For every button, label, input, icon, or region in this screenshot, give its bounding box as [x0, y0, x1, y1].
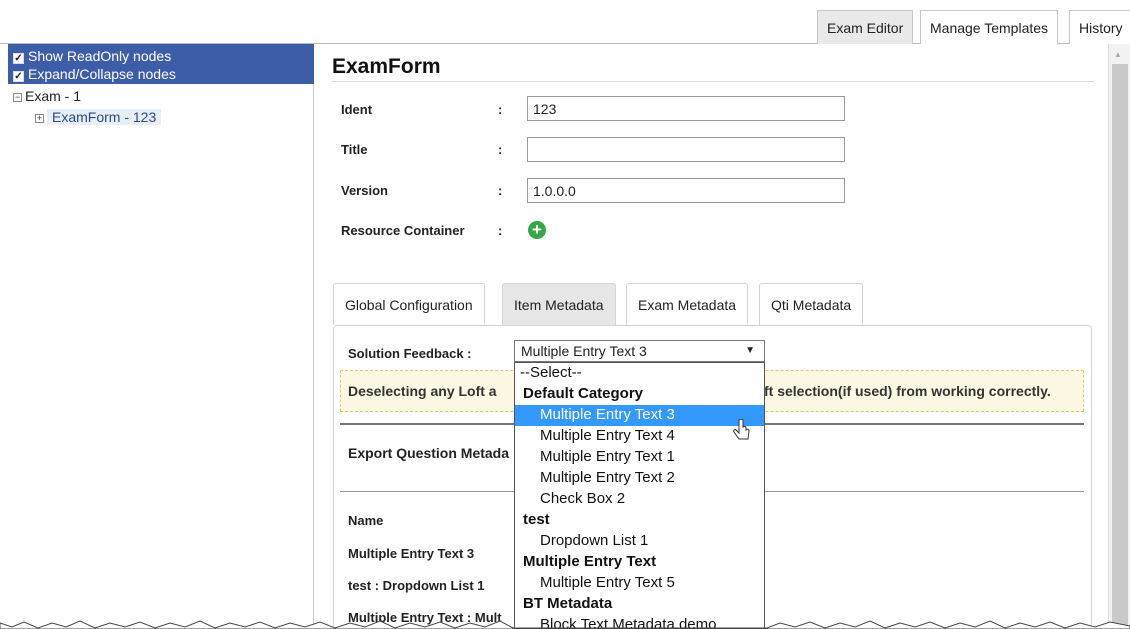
dropdown-group-header: test	[523, 511, 550, 528]
tab-exam-editor[interactable]: Exam Editor	[817, 10, 914, 44]
solution-feedback-select[interactable]: Multiple Entry Text 3 ▼	[514, 340, 765, 362]
warning-text-left: Deselecting any Loft a	[348, 383, 497, 399]
resource-container-label: Resource Container	[341, 223, 465, 238]
top-nav-bar: Exam Editor Manage Templates History	[0, 0, 1130, 44]
torn-edge	[0, 620, 1130, 629]
expand-collapse-label: Expand/Collapse nodes	[28, 66, 176, 82]
tab-history[interactable]: History	[1069, 10, 1130, 44]
version-input[interactable]	[527, 178, 845, 203]
dropdown-option[interactable]: Multiple Entry Text 4	[515, 426, 764, 447]
checkbox-icon[interactable]: ✓	[13, 53, 24, 64]
tree-node-label[interactable]: Exam - 1	[25, 88, 81, 104]
scroll-up-arrow-icon[interactable]: ▲	[1114, 50, 1122, 59]
tree-options-bar: ✓ Show ReadOnly nodes ✓ Expand/Collapse no…	[8, 44, 314, 84]
table-row: Multiple Entry Text 3	[348, 546, 475, 561]
title-input[interactable]	[527, 137, 845, 162]
expand-collapse-option[interactable]: ✓ Expand/Collapse nodes	[13, 66, 176, 82]
scroll-thumb[interactable]	[1112, 64, 1128, 629]
dropdown-option[interactable]: Multiple Entry Text 5	[515, 573, 764, 594]
show-readonly-option[interactable]: ✓ Show ReadOnly nodes	[13, 48, 171, 64]
ident-input[interactable]	[527, 96, 845, 121]
dropdown-option[interactable]: Dropdown List 1	[515, 531, 764, 552]
solution-feedback-dropdown-list[interactable]: --Select-- Default Category Multiple Entry…	[514, 362, 765, 629]
ident-colon: :	[498, 102, 503, 117]
tab-manage-templates[interactable]: Manage Templates	[920, 10, 1059, 44]
title-label: Title	[341, 142, 368, 157]
mouse-cursor-icon	[733, 419, 750, 440]
page-title: ExamForm	[332, 55, 441, 78]
dropdown-group-header: BT Metadata	[523, 595, 613, 612]
vertical-scrollbar[interactable]: ▲	[1108, 44, 1130, 629]
dropdown-option[interactable]: Check Box 2	[515, 489, 764, 510]
select-value: Multiple Entry Text 3	[521, 343, 647, 359]
tree-node-examform[interactable]: + ExamForm - 123	[35, 108, 162, 126]
tree-toggle-icon[interactable]: +	[35, 114, 44, 123]
tree-panel: ✓ Show ReadOnly nodes ✓ Expand/Collapse no…	[8, 44, 314, 629]
table-header-name: Name	[348, 513, 384, 528]
dropdown-group-header: Multiple Entry Text	[523, 553, 657, 570]
tab-global-configuration[interactable]: Global Configuration	[333, 283, 485, 325]
title-divider	[332, 81, 1094, 82]
warning-text-right: ft selection(if used) from working corre…	[764, 383, 1051, 399]
dropdown-group-header: Default Category	[523, 385, 644, 402]
version-colon: :	[498, 183, 503, 198]
export-question-metadata-label: Export Question Metada	[348, 445, 510, 461]
dropdown-arrow-icon[interactable]: ▼	[745, 341, 755, 361]
tree-node-label[interactable]: ExamForm - 123	[47, 109, 162, 125]
dropdown-option[interactable]: --Select--	[515, 363, 764, 384]
show-readonly-label: Show ReadOnly nodes	[28, 48, 172, 64]
tree-toggle-icon[interactable]: −	[13, 93, 22, 102]
dropdown-option[interactable]: Multiple Entry Text 1	[515, 447, 764, 468]
dropdown-option[interactable]: Multiple Entry Text 3	[515, 405, 764, 426]
version-label: Version	[341, 183, 388, 198]
resource-colon: :	[498, 223, 503, 238]
add-icon[interactable]: +	[528, 221, 546, 239]
dropdown-option[interactable]: Multiple Entry Text 2	[515, 468, 764, 489]
tab-item-metadata[interactable]: Item Metadata	[502, 283, 616, 325]
ident-label: Ident	[341, 102, 373, 117]
table-row: test : Dropdown List 1	[348, 578, 485, 593]
tree-node-exam[interactable]: − Exam - 1	[13, 87, 81, 105]
checkbox-icon[interactable]: ✓	[13, 71, 24, 82]
solution-feedback-label: Solution Feedback :	[348, 346, 472, 361]
tab-qti-metadata[interactable]: Qti Metadata	[759, 283, 864, 325]
title-colon: :	[498, 142, 503, 157]
tab-exam-metadata[interactable]: Exam Metadata	[626, 283, 749, 325]
